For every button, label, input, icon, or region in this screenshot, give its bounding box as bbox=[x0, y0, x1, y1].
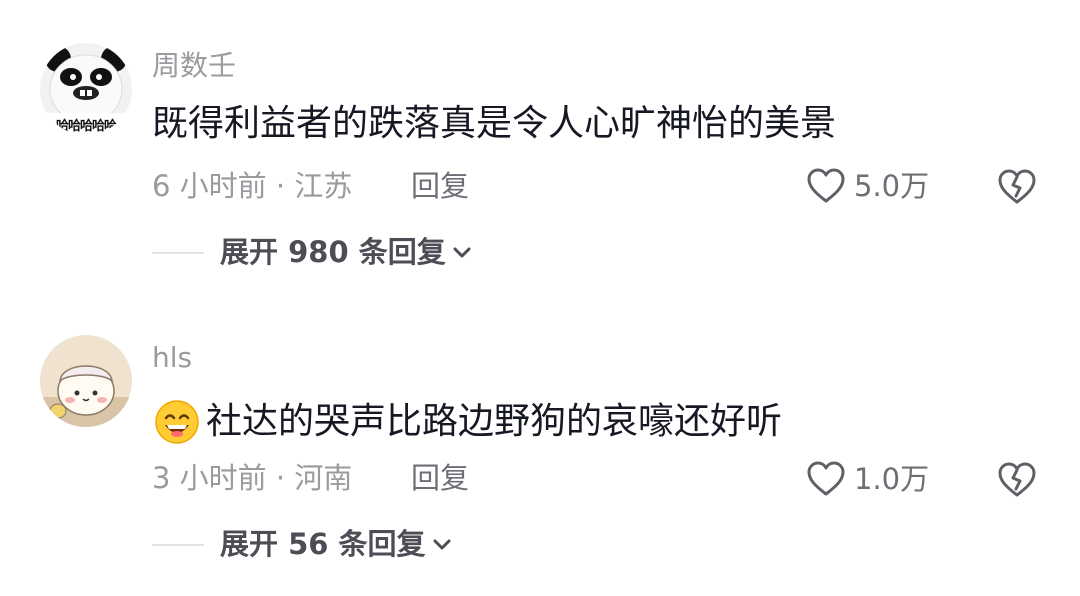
chevron-down-icon bbox=[453, 247, 471, 257]
grinning-face-icon bbox=[155, 400, 199, 444]
divider bbox=[152, 543, 204, 546]
comment-text-row: 社达的哭声比路边野狗的哀嚎还好听 bbox=[154, 399, 782, 445]
chevron-down-icon bbox=[433, 539, 451, 549]
broken-heart-icon bbox=[998, 462, 1036, 497]
comment-meta: 6 小时前 · 江苏 bbox=[152, 169, 353, 203]
dislike-button[interactable] bbox=[996, 166, 1038, 206]
expand-replies-label: 展开 56 条回复 bbox=[220, 527, 426, 561]
avatar[interactable] bbox=[40, 335, 132, 427]
expand-replies-button[interactable]: 展开 56 条回复 bbox=[152, 530, 452, 559]
expand-replies-label: 展开 980 条回复 bbox=[220, 235, 446, 269]
expand-replies-button[interactable]: 展开 980 条回复 bbox=[152, 238, 472, 267]
like-count: 1.0万 bbox=[854, 461, 930, 496]
username[interactable]: 周数壬 bbox=[152, 52, 236, 80]
avatar[interactable]: 哈哈哈哈哈 bbox=[40, 43, 132, 135]
like-button[interactable]: 1.0万 bbox=[806, 460, 929, 498]
comment-text: 既得利益者的跌落真是令人心旷神怡的美景 bbox=[152, 103, 837, 144]
like-button[interactable]: 5.0万 bbox=[806, 167, 929, 205]
heart-icon bbox=[807, 168, 845, 203]
avatar-caption: 哈哈哈哈哈 bbox=[55, 119, 117, 134]
reply-button[interactable]: 回复 bbox=[411, 464, 469, 493]
cartoon-avatar-icon bbox=[40, 335, 132, 427]
dislike-button[interactable] bbox=[996, 459, 1038, 499]
comment-text: 社达的哭声比路边野狗的哀嚎还好听 bbox=[206, 401, 783, 442]
like-count: 5.0万 bbox=[854, 168, 930, 203]
heart-icon bbox=[807, 461, 845, 496]
broken-heart-icon bbox=[998, 169, 1036, 204]
username[interactable]: hls bbox=[152, 344, 192, 372]
comment-item: 哈哈哈哈哈 周数壬 既得利益者的跌落真是令人心旷神怡的美景 6 小时前 · 江苏… bbox=[0, 0, 1080, 290]
comment-item: hls 社达的哭声比路边野狗的哀嚎还好听 3 小时前 · 河南 回复 1.0万 … bbox=[0, 290, 1080, 580]
divider bbox=[152, 251, 204, 254]
reply-button[interactable]: 回复 bbox=[411, 172, 469, 201]
comment-meta: 3 小时前 · 河南 bbox=[152, 461, 353, 495]
